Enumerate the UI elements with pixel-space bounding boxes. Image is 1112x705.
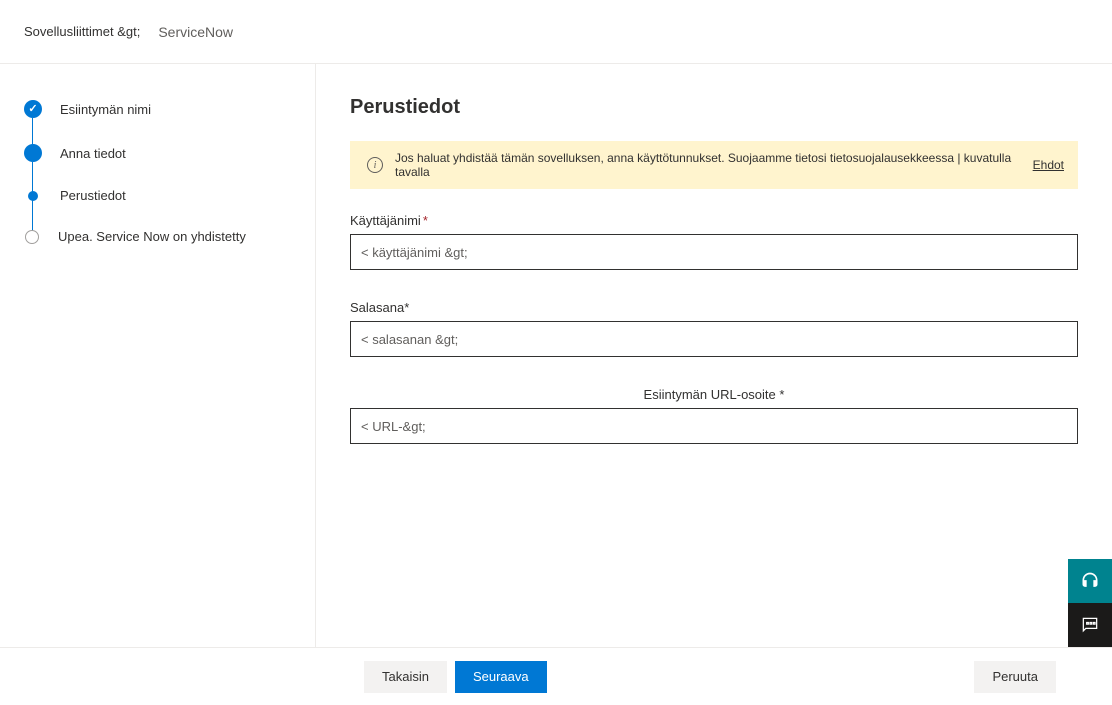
step-label: Upea. Service Now on yhdistetty: [58, 229, 246, 244]
side-actions: [1068, 559, 1112, 647]
field-username: Käyttäjänimi*: [350, 213, 1078, 270]
chat-icon: [1080, 615, 1100, 635]
step-label: Esiintymän nimi: [60, 102, 151, 117]
username-label: Käyttäjänimi*: [350, 213, 1078, 228]
step-list: Esiintymän nimi Anna tiedot Perustiedot …: [24, 100, 297, 244]
check-icon: [24, 100, 42, 118]
step-basic-info[interactable]: Perustiedot: [24, 188, 297, 203]
username-input[interactable]: [350, 234, 1078, 270]
next-button[interactable]: Seuraava: [455, 661, 547, 693]
sidebar: Esiintymän nimi Anna tiedot Perustiedot …: [0, 64, 316, 647]
body: Esiintymän nimi Anna tiedot Perustiedot …: [0, 64, 1112, 647]
info-banner: i Jos haluat yhdistää tämän sovelluksen,…: [350, 141, 1078, 189]
label-text: Käyttäjänimi: [350, 213, 421, 228]
info-text: Jos haluat yhdistää tämän sovelluksen, a…: [395, 151, 1013, 179]
step-instance-name[interactable]: Esiintymän nimi: [24, 100, 297, 118]
support-button[interactable]: [1068, 559, 1112, 603]
feedback-button[interactable]: [1068, 603, 1112, 647]
dot-icon: [28, 191, 38, 201]
field-url: Esiintymän URL-osoite *: [350, 387, 1078, 444]
step-label: Anna tiedot: [60, 146, 126, 161]
url-label: Esiintymän URL-osoite *: [350, 387, 1078, 402]
app-title: ServiceNow: [158, 24, 233, 40]
footer: Takaisin Seuraava Peruuta: [0, 647, 1112, 705]
terms-link[interactable]: Ehdot: [1033, 158, 1064, 172]
required-asterisk: *: [421, 213, 428, 228]
url-input[interactable]: [350, 408, 1078, 444]
step-connected: Upea. Service Now on yhdistetty: [24, 229, 297, 244]
circle-icon: [24, 144, 42, 162]
back-button[interactable]: Takaisin: [364, 661, 447, 693]
header: Sovellusliittimet &gt; ServiceNow: [0, 0, 1112, 64]
step-provide-details[interactable]: Anna tiedot: [24, 144, 297, 162]
field-password: Salasana*: [350, 300, 1078, 357]
step-label: Perustiedot: [60, 188, 126, 203]
info-icon: i: [367, 157, 383, 173]
page-title: Perustiedot: [350, 96, 1078, 119]
breadcrumb[interactable]: Sovellusliittimet &gt;: [24, 24, 140, 39]
password-input[interactable]: [350, 321, 1078, 357]
password-label: Salasana*: [350, 300, 1078, 315]
headset-icon: [1080, 571, 1100, 591]
empty-circle-icon: [25, 230, 39, 244]
main-panel: Perustiedot i Jos haluat yhdistää tämän …: [316, 64, 1112, 647]
cancel-button[interactable]: Peruuta: [974, 661, 1056, 693]
